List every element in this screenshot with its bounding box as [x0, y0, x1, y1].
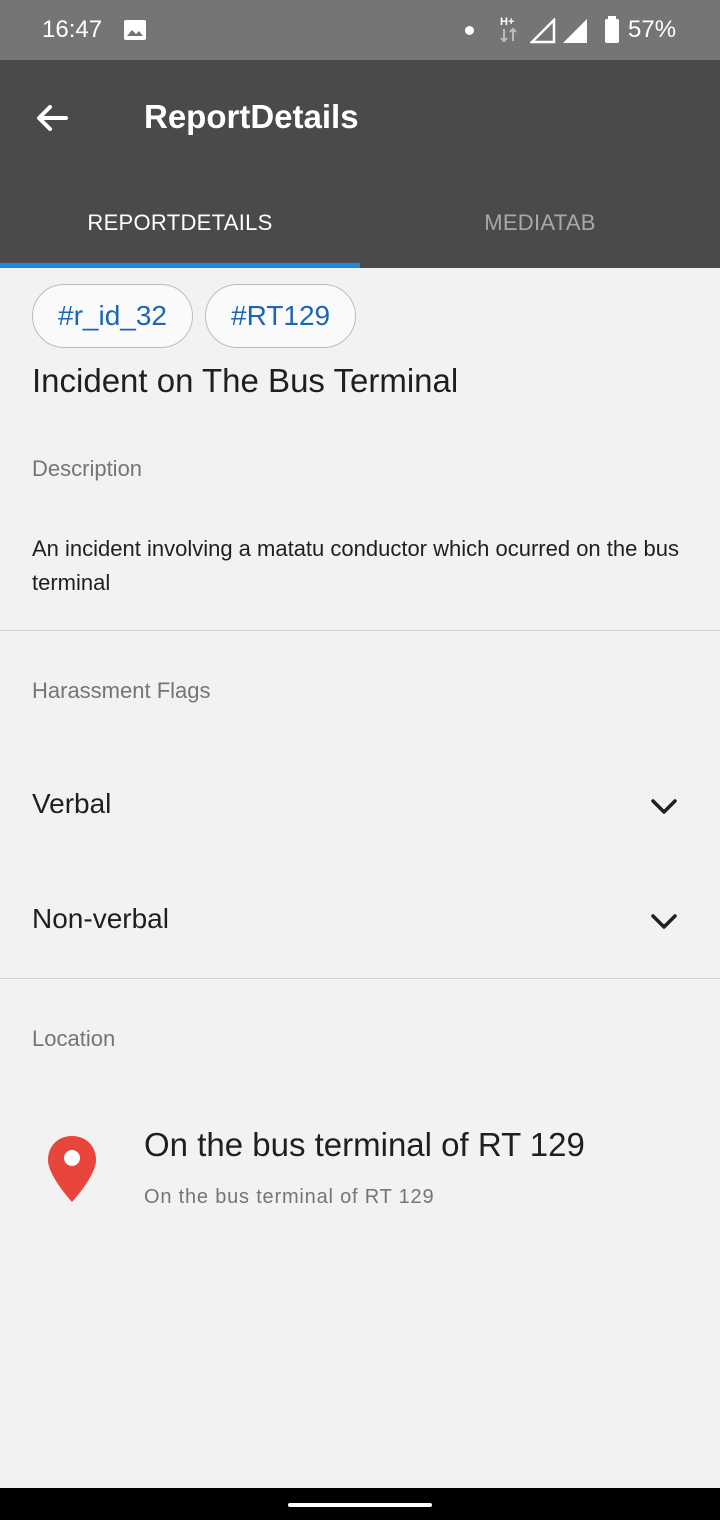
tab-label: MEDIATAB — [484, 210, 596, 235]
flag-label: Verbal — [32, 788, 112, 819]
navigation-bar — [0, 1488, 720, 1520]
chevron-down-icon[interactable] — [648, 905, 680, 937]
app-title: ReportDetails — [144, 98, 359, 135]
location-label: Location — [32, 1026, 116, 1051]
back-arrow-icon[interactable] — [30, 96, 74, 140]
notification-dot-icon — [465, 26, 474, 35]
status-time: 16:47 — [42, 16, 103, 43]
location-subtitle: On the bus terminal of RT 129 — [144, 1186, 435, 1208]
tab-indicator — [0, 263, 360, 268]
home-handle[interactable] — [288, 1503, 432, 1507]
report-id-chip[interactable]: #r_id_32 — [32, 284, 193, 348]
route-chip[interactable]: #RT129 — [205, 284, 357, 348]
divider — [0, 630, 720, 631]
flag-label: Non-verbal — [32, 903, 169, 934]
app-bar: ReportDetails REPORTDETAILS MEDIATAB — [0, 60, 720, 268]
signal-icon — [530, 18, 556, 44]
hplus-network-icon: H+ — [500, 16, 517, 43]
status-bar: 16:47 H+ 57% — [0, 0, 720, 60]
report-title: Incident on The Bus Terminal — [32, 362, 459, 399]
harassment-flags-label: Harassment Flags — [32, 678, 211, 703]
svg-text:H+: H+ — [500, 16, 514, 28]
tab-label: REPORTDETAILS — [87, 210, 273, 235]
tab-mediatab[interactable]: MEDIATAB — [360, 190, 720, 268]
chevron-down-icon[interactable] — [648, 790, 680, 822]
description-text: An incident involving a matatu conductor… — [32, 536, 679, 595]
battery-icon — [605, 16, 619, 43]
location-pin-icon — [48, 1136, 96, 1202]
tab-reportdetails[interactable]: REPORTDETAILS — [0, 190, 360, 268]
image-icon — [124, 20, 146, 40]
description-label: Description — [32, 456, 143, 481]
location-title: On the bus terminal of RT 129 — [144, 1126, 585, 1163]
signal-icon — [563, 19, 587, 43]
battery-percent: 57% — [628, 16, 677, 43]
divider — [0, 978, 720, 979]
flag-verbal[interactable]: Verbal — [0, 756, 720, 856]
flag-non-verbal[interactable]: Non-verbal — [0, 871, 720, 971]
